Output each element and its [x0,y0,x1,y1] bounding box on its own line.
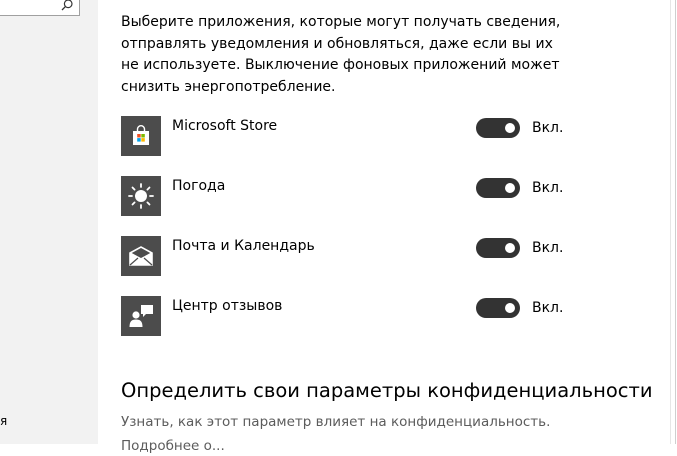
toggle-state-label: Вкл. [532,300,564,316]
app-tile [121,296,161,336]
app-row-feedback-hub: Центр отзывов Вкл. [121,296,571,336]
app-name: Центр отзывов [172,298,283,314]
app-tile [121,176,161,216]
toggle-state-label: Вкл. [532,180,564,196]
left-navigation-pane: я [0,0,98,444]
toggle-state-label: Вкл. [532,120,564,136]
search-icon[interactable] [61,0,73,11]
toggle-switch-weather[interactable] [476,178,520,198]
scrollbar-thumb[interactable] [670,0,677,444]
toggle-switch-microsoft-store[interactable] [476,118,520,138]
background-apps-description: Выберите приложения, которые могут получ… [121,14,561,95]
toggle-state-label: Вкл. [532,240,564,256]
app-tile [121,236,161,276]
app-name: Microsoft Store [172,118,278,134]
feedback-hub-icon [129,305,153,327]
toggle-knob [505,123,515,133]
toggle-switch-mail-calendar[interactable] [476,238,520,258]
nav-item-fragment[interactable]: я [0,414,7,428]
privacy-more-link[interactable]: Подробнее о... [121,436,225,456]
app-tile [121,116,161,156]
app-row-weather: Погода Вкл. [121,176,571,216]
toggle-knob [505,183,515,193]
app-row-mail-calendar: Почта и Календарь Вкл. [121,236,571,276]
privacy-heading: Определить свои параметры конфиденциальн… [121,379,653,402]
app-row-microsoft-store: Microsoft Store Вкл. [121,116,571,156]
mail-icon [129,246,153,266]
privacy-info-link[interactable]: Узнать, как этот параметр влияет на конф… [121,412,550,432]
scrollbar[interactable] [670,0,677,444]
search-box[interactable] [0,0,80,16]
store-icon [133,125,149,145]
toggle-knob [505,303,515,313]
weather-sun-icon [128,183,154,209]
toggle-knob [505,243,515,253]
app-name: Почта и Календарь [172,238,315,254]
toggle-switch-feedback-hub[interactable] [476,298,520,318]
app-name: Погода [172,178,226,194]
